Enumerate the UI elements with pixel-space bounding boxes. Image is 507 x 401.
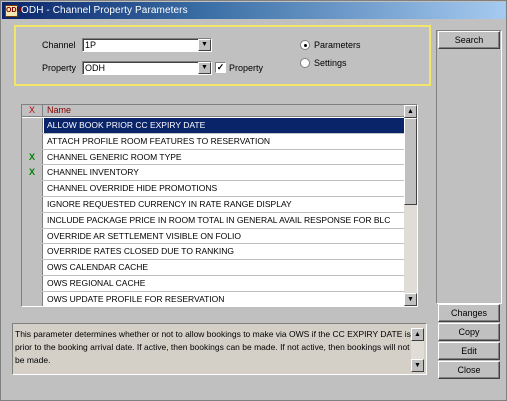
row-active-flag[interactable]	[22, 133, 43, 149]
table-row[interactable]: OVERRIDE RATES CLOSED DUE TO RANKING	[22, 244, 404, 261]
row-name: ATTACH PROFILE ROOM FEATURES TO RESERVAT…	[47, 135, 271, 146]
property-select[interactable]: ODH ▼	[82, 61, 212, 75]
row-active-flag[interactable]	[22, 212, 43, 228]
scroll-up-icon[interactable]: ▲	[411, 328, 424, 341]
row-name: OVERRIDE AR SETTLEMENT VISIBLE ON FOLIO	[47, 230, 241, 241]
table-row[interactable]: OWS UPDATE PROFILE FOR RESERVATION	[22, 291, 404, 306]
row-active-flag[interactable]	[22, 291, 43, 306]
changes-button[interactable]: Changes	[438, 304, 500, 322]
row-active-flag[interactable]	[22, 196, 43, 212]
table-row[interactable]: X CHANNEL INVENTORY	[22, 165, 404, 182]
parameters-grid[interactable]: X Name ALLOW BOOK PRIOR CC EXPIRY DATE AT…	[21, 104, 418, 307]
row-name: OWS CALENDAR CACHE	[47, 262, 149, 273]
window-title: ODH - Channel Property Parameters	[21, 5, 188, 16]
channel-select[interactable]: 1P ▼	[82, 38, 212, 52]
copy-button[interactable]: Copy	[438, 323, 500, 341]
property-checkbox[interactable]: ✓	[215, 62, 226, 73]
row-name: CHANNEL OVERRIDE HIDE PROMOTIONS	[47, 183, 218, 194]
scroll-down-icon[interactable]: ▼	[404, 293, 417, 306]
column-header-name[interactable]: Name	[47, 105, 71, 116]
table-row[interactable]: CHANNEL OVERRIDE HIDE PROMOTIONS	[22, 181, 404, 197]
row-name: OVERRIDE RATES CLOSED DUE TO RANKING	[47, 246, 235, 257]
row-name: IGNORE REQUESTED CURRENCY IN RATE RANGE …	[47, 198, 292, 209]
row-name: OWS UPDATE PROFILE FOR RESERVATION	[47, 293, 225, 304]
column-header-x[interactable]: X	[22, 105, 43, 117]
scroll-down-icon[interactable]: ▼	[411, 359, 424, 372]
table-row[interactable]: INCLUDE PACKAGE PRICE IN ROOM TOTAL IN G…	[22, 212, 404, 229]
chevron-down-icon[interactable]: ▼	[198, 39, 211, 51]
filter-panel: Channel 1P ▼ Property ODH ▼ ✓ Property P…	[14, 25, 431, 86]
description-scrollbar[interactable]: ▲ ▼	[411, 328, 424, 372]
description-text: This parameter determines whether or not…	[15, 329, 411, 365]
app-window: ODH ODH - Channel Property Parameters Ch…	[0, 0, 507, 401]
chevron-down-icon[interactable]: ▼	[198, 62, 211, 74]
table-row[interactable]: ATTACH PROFILE ROOM FEATURES TO RESERVAT…	[22, 133, 404, 150]
grid-rows: ALLOW BOOK PRIOR CC EXPIRY DATE ATTACH PR…	[22, 118, 404, 306]
row-name: CHANNEL GENERIC ROOM TYPE	[47, 151, 182, 162]
property-select-value: ODH	[85, 63, 105, 73]
search-button[interactable]: Search	[438, 31, 500, 49]
row-active-flag[interactable]	[22, 228, 43, 244]
row-active-flag[interactable]	[22, 244, 43, 260]
row-active-flag[interactable]	[22, 260, 43, 275]
app-icon: ODH	[5, 4, 22, 17]
row-name: OWS REGIONAL CACHE	[47, 277, 146, 288]
button-panel	[436, 30, 502, 304]
table-row[interactable]: IGNORE REQUESTED CURRENCY IN RATE RANGE …	[22, 196, 404, 213]
channel-select-value: 1P	[85, 40, 97, 50]
table-row[interactable]: OWS REGIONAL CACHE	[22, 275, 404, 292]
grid-scrollbar[interactable]: ▲ ▼	[404, 105, 417, 306]
scroll-up-icon[interactable]: ▲	[404, 105, 417, 118]
row-active-flag[interactable]	[22, 275, 43, 291]
table-row[interactable]: ALLOW BOOK PRIOR CC EXPIRY DATE	[22, 118, 404, 134]
row-active-flag[interactable]: X	[22, 149, 43, 165]
parameters-radio[interactable]	[300, 40, 310, 50]
settings-radio[interactable]	[300, 58, 310, 68]
channel-label: Channel	[42, 40, 76, 50]
property-label: Property	[42, 63, 77, 73]
title-bar[interactable]: ODH ODH - Channel Property Parameters	[2, 2, 505, 19]
table-row[interactable]: OVERRIDE AR SETTLEMENT VISIBLE ON FOLIO	[22, 228, 404, 245]
grid-header: X Name	[22, 105, 404, 117]
row-name: INCLUDE PACKAGE PRICE IN ROOM TOTAL IN G…	[47, 214, 391, 225]
edit-button[interactable]: Edit	[438, 342, 500, 360]
row-name: CHANNEL INVENTORY	[47, 167, 139, 178]
parameters-radio-label: Parameters	[314, 40, 361, 50]
row-name: ALLOW BOOK PRIOR CC EXPIRY DATE	[44, 118, 404, 133]
row-active-flag[interactable]	[22, 181, 43, 196]
row-active-flag[interactable]	[22, 118, 43, 133]
description-box: This parameter determines whether or not…	[12, 323, 427, 375]
scroll-thumb[interactable]	[404, 118, 417, 205]
row-active-flag[interactable]: X	[22, 165, 43, 181]
table-row[interactable]: OWS CALENDAR CACHE	[22, 260, 404, 276]
settings-radio-label: Settings	[314, 58, 347, 68]
property-checkbox-label: Property	[229, 63, 264, 73]
table-row[interactable]: X CHANNEL GENERIC ROOM TYPE	[22, 149, 404, 166]
close-button[interactable]: Close	[438, 361, 500, 379]
